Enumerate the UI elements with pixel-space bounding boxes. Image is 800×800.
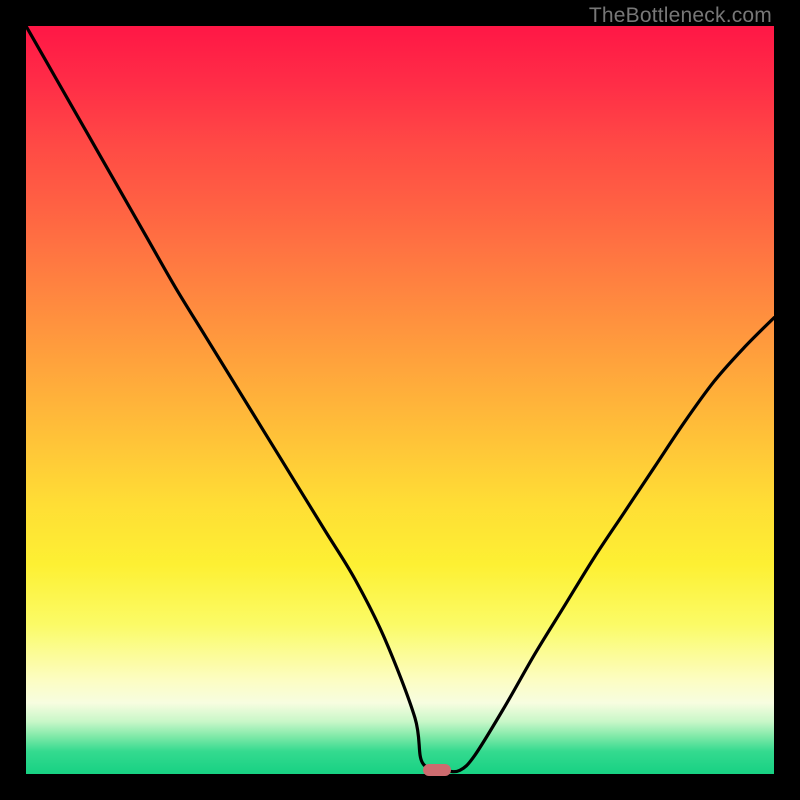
optimal-point-marker [423, 764, 451, 776]
watermark-text: TheBottleneck.com [589, 4, 772, 28]
image-frame: TheBottleneck.com [0, 0, 800, 800]
bottleneck-curve [26, 26, 774, 774]
plot-area [26, 26, 774, 774]
